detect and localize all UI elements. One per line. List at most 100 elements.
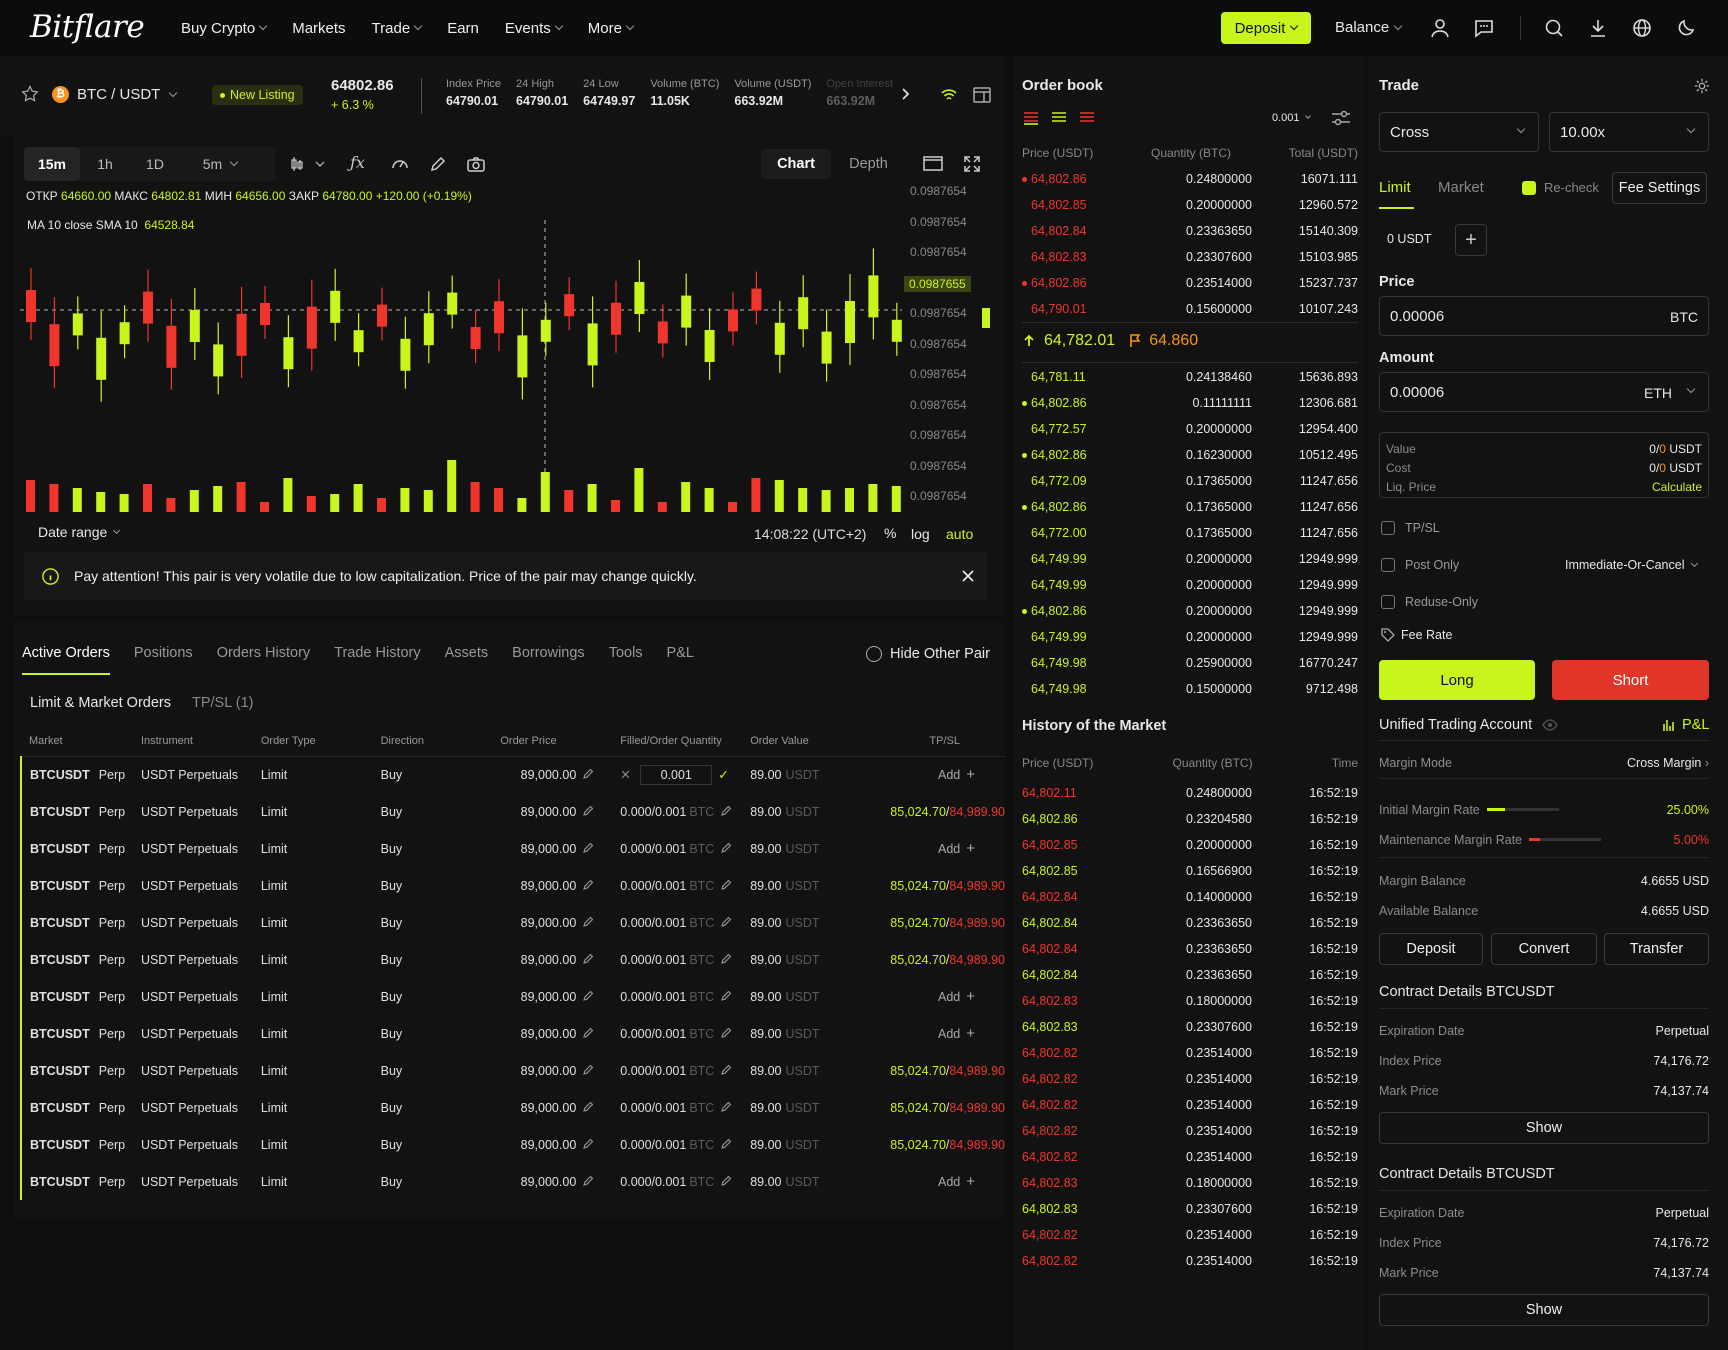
log-toggle[interactable]: log xyxy=(911,526,930,542)
book-row[interactable]: 64,802.86 0.11111111 12306.681 xyxy=(1022,390,1358,416)
margin-mode-row[interactable]: Margin Mode Cross Margin › xyxy=(1379,756,1709,770)
tab-active-orders[interactable]: Active Orders xyxy=(22,645,110,675)
table-row[interactable]: BTCUSDT Perp USDT Perpetuals Limit Buy 89,000… xyxy=(20,830,1005,867)
edit-icon[interactable] xyxy=(720,1101,732,1113)
table-row[interactable]: BTCUSDT Perp USDT Perpetuals Limit Buy 89,000… xyxy=(20,793,1005,830)
long-button[interactable]: Long xyxy=(1379,660,1535,700)
table-row[interactable]: BTCUSDT Perp USDT Perpetuals Limit Buy 89,000… xyxy=(20,756,1005,793)
book-row[interactable]: 64,790.01 0.15600000 10107.243 xyxy=(1022,296,1358,322)
book-row[interactable]: 64,749.99 0.20000000 12949.999 xyxy=(1022,572,1358,598)
deposit-action-button[interactable]: Deposit xyxy=(1379,933,1483,965)
brand-logo[interactable]: Bitflare xyxy=(30,9,145,45)
leverage-select[interactable]: 10.00x xyxy=(1549,112,1709,152)
book-row[interactable]: 64,772.57 0.20000000 12954.400 xyxy=(1022,416,1358,442)
date-range-button[interactable]: Date range xyxy=(38,524,121,540)
window-icon[interactable] xyxy=(923,155,943,173)
book-row[interactable]: 64,802.82 0.23514000 16:52:19 xyxy=(1022,1248,1358,1274)
nav-item[interactable]: More xyxy=(588,20,635,37)
tab-market[interactable]: Market xyxy=(1438,179,1484,196)
margin-mode-select[interactable]: Cross xyxy=(1379,112,1539,152)
book-row[interactable]: 64,802.82 0.23514000 16:52:19 xyxy=(1022,1118,1358,1144)
balance-menu[interactable]: Balance xyxy=(1335,19,1403,36)
book-row[interactable]: 64,802.86 0.23204580 16:52:19 xyxy=(1022,806,1358,832)
nav-item[interactable]: Events xyxy=(505,20,563,37)
book-row[interactable]: 64,802.86 0.17365000 11247.656 xyxy=(1022,494,1358,520)
edit-icon[interactable] xyxy=(582,768,594,780)
book-row[interactable]: 64,802.83 0.18000000 16:52:19 xyxy=(1022,988,1358,1014)
edit-icon[interactable] xyxy=(720,879,732,891)
edit-icon[interactable] xyxy=(582,842,594,854)
tab-borrowings[interactable]: Borrowings xyxy=(512,645,585,675)
edit-icon[interactable] xyxy=(582,916,594,928)
book-row[interactable]: 64,749.98 0.25900000 16770.247 xyxy=(1022,650,1358,676)
tpsl-checkbox[interactable]: TP/SL xyxy=(1381,521,1440,535)
table-row[interactable]: BTCUSDT Perp USDT Perpetuals Limit Buy 89,000… xyxy=(20,941,1005,978)
book-row[interactable]: 64,802.84 0.23363650 16:52:19 xyxy=(1022,910,1358,936)
eye-icon[interactable] xyxy=(1542,719,1558,731)
table-row[interactable]: BTCUSDT Perp USDT Perpetuals Limit Buy 89,000… xyxy=(20,978,1005,1015)
table-row[interactable]: BTCUSDT Perp USDT Perpetuals Limit Buy 89,000… xyxy=(20,1052,1005,1089)
book-row[interactable]: 64,802.86 0.20000000 12949.999 xyxy=(1022,598,1358,624)
edit-icon[interactable] xyxy=(720,842,732,854)
book-view-icons[interactable] xyxy=(1022,110,1102,126)
table-row[interactable]: BTCUSDT Perp USDT Perpetuals Limit Buy 89,000… xyxy=(20,904,1005,941)
edit-icon[interactable] xyxy=(720,1027,732,1039)
book-row[interactable]: 64,802.85 0.20000000 12960.572 xyxy=(1022,192,1358,218)
moon-icon[interactable] xyxy=(1674,16,1698,40)
gauge-icon[interactable] xyxy=(390,154,410,174)
transfer-button[interactable]: Transfer xyxy=(1604,933,1709,965)
book-row[interactable]: 64,772.09 0.17365000 11247.656 xyxy=(1022,468,1358,494)
book-row[interactable]: 64,749.99 0.20000000 12949.999 xyxy=(1022,624,1358,650)
short-button[interactable]: Short xyxy=(1552,660,1709,700)
edit-icon[interactable] xyxy=(720,953,732,965)
book-row[interactable]: 64,772.00 0.17365000 11247.656 xyxy=(1022,520,1358,546)
search-icon[interactable] xyxy=(1542,16,1566,40)
chat-icon[interactable] xyxy=(1472,16,1496,40)
book-row[interactable]: 64,802.86 0.16230000 10512.495 xyxy=(1022,442,1358,468)
tab-depth[interactable]: Depth xyxy=(831,156,906,172)
globe-icon[interactable] xyxy=(1630,16,1654,40)
precision-select[interactable]: 0.001 xyxy=(1272,112,1311,124)
user-icon[interactable] xyxy=(1428,16,1452,40)
close-icon[interactable] xyxy=(961,569,975,583)
add-tpsl-button[interactable]: Add + xyxy=(938,988,975,1005)
hide-other-pair-toggle[interactable]: Hide Other Pair xyxy=(866,646,990,662)
book-row[interactable]: 64,802.82 0.23514000 16:52:19 xyxy=(1022,1092,1358,1118)
tab-tools[interactable]: Tools xyxy=(609,645,643,675)
book-row[interactable]: 64,749.98 0.15000000 9712.498 xyxy=(1022,676,1358,702)
add-tpsl-button[interactable]: Add + xyxy=(938,766,975,783)
edit-icon[interactable] xyxy=(720,805,732,817)
camera-icon[interactable] xyxy=(466,154,486,174)
table-row[interactable]: BTCUSDT Perp USDT Perpetuals Limit Buy 89,000… xyxy=(20,1089,1005,1126)
indicators-fx-icon[interactable]: ƒx xyxy=(350,153,365,172)
gear-icon[interactable] xyxy=(1693,77,1711,95)
auto-toggle[interactable]: auto xyxy=(946,526,973,542)
layout-icon[interactable] xyxy=(972,85,992,105)
book-row[interactable]: 64,749.99 0.20000000 12949.999 xyxy=(1022,546,1358,572)
tab-positions[interactable]: Positions xyxy=(134,645,193,675)
book-row[interactable]: 64,802.83 0.23307600 15103.985 xyxy=(1022,244,1358,270)
convert-button[interactable]: Convert xyxy=(1491,933,1597,965)
nav-item[interactable]: Markets xyxy=(292,20,345,37)
edit-icon[interactable] xyxy=(720,990,732,1002)
nav-item[interactable]: Buy Crypto xyxy=(181,20,268,37)
subtab-limit-market[interactable]: Limit & Market Orders xyxy=(30,695,171,711)
table-row[interactable]: BTCUSDT Perp USDT Perpetuals Limit Buy 89,000… xyxy=(20,867,1005,904)
amount-input[interactable]: 0.00006 ETH xyxy=(1379,372,1709,412)
reduce-only-checkbox[interactable]: Reduse-Only xyxy=(1381,595,1478,609)
edit-icon[interactable] xyxy=(582,1138,594,1150)
tab-chart[interactable]: Chart xyxy=(761,149,831,179)
tab-assets[interactable]: Assets xyxy=(445,645,489,675)
book-row[interactable]: 64,802.83 0.18000000 16:52:19 xyxy=(1022,1170,1358,1196)
tab-limit[interactable]: Limit xyxy=(1379,179,1411,196)
fee-rate-link[interactable]: Fee Rate xyxy=(1381,628,1452,642)
star-icon[interactable] xyxy=(20,84,40,104)
chevron-right-icon[interactable] xyxy=(899,86,913,102)
subtab-tpsl[interactable]: TP/SL (1) xyxy=(192,695,254,711)
pnl-link[interactable]: P&L xyxy=(1662,717,1709,733)
book-row[interactable]: 64,802.86 0.23514000 15237.737 xyxy=(1022,270,1358,296)
book-row[interactable]: 64,802.11 0.24800000 16:52:19 xyxy=(1022,780,1358,806)
quantity-input[interactable]: 0.001 xyxy=(640,764,713,785)
table-row[interactable]: BTCUSDT Perp USDT Perpetuals Limit Buy 89,000… xyxy=(20,1126,1005,1163)
download-icon[interactable] xyxy=(1586,16,1610,40)
